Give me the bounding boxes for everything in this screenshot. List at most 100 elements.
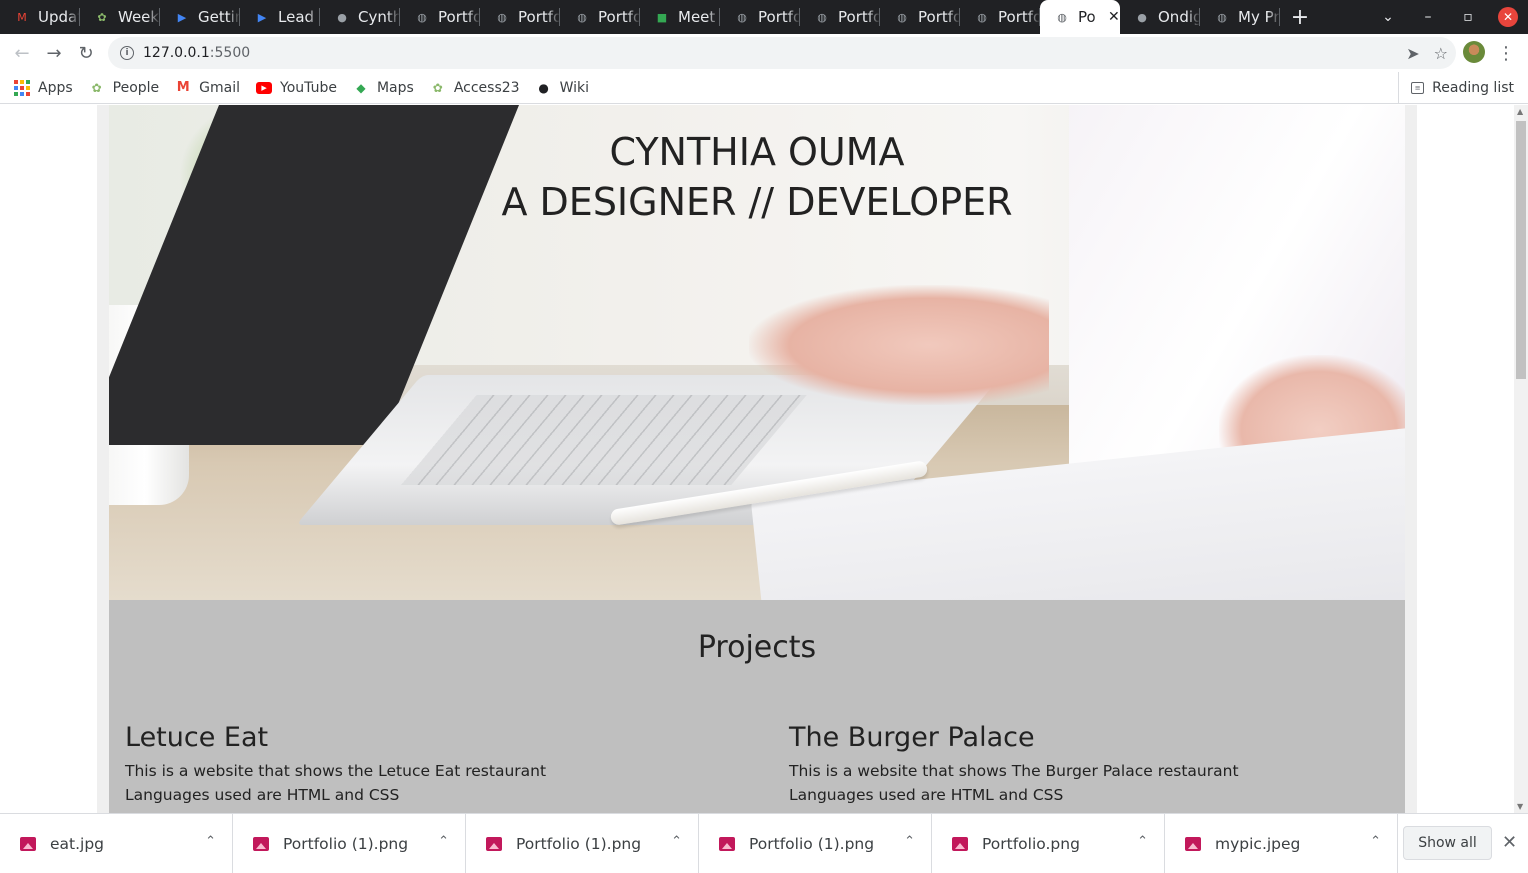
bookmark-label: Wiki — [559, 79, 589, 96]
globe-icon: ◍ — [577, 10, 587, 24]
tab[interactable]: ● Cynth — [320, 0, 400, 34]
tab[interactable]: ▶ Gettin — [160, 0, 240, 34]
tab[interactable]: ● Ondig — [1120, 0, 1200, 34]
tab[interactable]: ◍ Portfo — [560, 0, 640, 34]
bookmark-label: Access23 — [453, 79, 520, 96]
tab-title: Portfo — [518, 8, 560, 26]
bookmark-label: Maps — [376, 79, 414, 96]
scroll-up-arrow-icon[interactable]: ▲ — [1517, 107, 1523, 116]
hero-tagline: A DESIGNER // DEVELOPER — [501, 180, 1013, 224]
tab-title: Portfo — [838, 8, 880, 26]
close-tab-icon[interactable]: ✕ — [1108, 9, 1120, 25]
bookmark-apps[interactable]: Apps — [14, 79, 73, 96]
download-item[interactable]: Portfolio (1).png ⌃ — [699, 813, 932, 873]
tab-title: Cynth — [358, 8, 400, 26]
page-scrollbar[interactable]: ▲ ▼ — [1514, 105, 1528, 813]
tab[interactable]: ◍ My Pr — [1200, 0, 1280, 34]
reading-list-button[interactable]: ≡ Reading list — [1398, 72, 1514, 104]
bookmark-gmail[interactable]: M Gmail — [175, 80, 240, 96]
hand-image — [749, 285, 1049, 405]
chevron-up-icon[interactable]: ⌃ — [1370, 834, 1381, 849]
github-icon: ● — [538, 80, 549, 95]
tab-title: Meet — [678, 8, 716, 26]
browser-menu-button[interactable]: ⋮ — [1497, 39, 1515, 67]
profile-avatar[interactable] — [1463, 41, 1485, 63]
close-window-button[interactable]: ✕ — [1488, 0, 1528, 34]
tab[interactable]: ■ Meet — [640, 0, 720, 34]
tab-title: My Pr — [1238, 8, 1280, 26]
close-icon: ✕ — [1498, 7, 1518, 27]
bookmark-label: YouTube — [280, 79, 337, 96]
tab-search-button[interactable]: ⌄ — [1368, 0, 1408, 34]
download-item[interactable]: Portfolio (1).png ⌃ — [233, 813, 466, 873]
chevron-up-icon[interactable]: ⌃ — [1137, 834, 1148, 849]
download-item[interactable]: Portfolio.png ⌃ — [932, 813, 1165, 873]
info-icon[interactable]: i — [120, 46, 134, 60]
chevron-up-icon[interactable]: ⌃ — [205, 834, 216, 849]
download-list: eat.jpg ⌃ Portfolio (1).png ⌃ Portfolio (1).… — [0, 813, 1398, 873]
tab-active[interactable]: ◍ Po ✕ — [1040, 0, 1120, 34]
tab[interactable]: ◍ Portfo — [480, 0, 560, 34]
download-filename: Portfolio (1).png — [749, 834, 875, 853]
download-item[interactable]: mypic.jpeg ⌃ — [1165, 813, 1398, 873]
tab-title: Gettin — [198, 8, 240, 26]
chevron-up-icon[interactable]: ⌃ — [671, 834, 682, 849]
globe-icon: ◍ — [817, 10, 827, 24]
youtube-icon: ▶ — [256, 80, 273, 96]
download-item[interactable]: eat.jpg ⌃ — [0, 813, 233, 873]
slides-icon: ▶ — [177, 10, 187, 24]
bookmark-access23[interactable]: ✿ Access23 — [430, 80, 520, 96]
tab-title: Updat — [38, 8, 80, 26]
forward-button[interactable]: → — [38, 37, 70, 69]
chevron-up-icon[interactable]: ⌃ — [438, 834, 449, 849]
hero-name: CYNTHIA OUMA — [609, 130, 905, 174]
bookmark-youtube[interactable]: ▶ YouTube — [256, 80, 337, 96]
bookmark-people[interactable]: ✿ People — [89, 80, 160, 96]
show-all-downloads-button[interactable]: Show all — [1403, 826, 1492, 860]
github-icon: ● — [1137, 10, 1147, 24]
back-button[interactable]: ← — [6, 37, 38, 69]
globe-icon: ◍ — [497, 10, 507, 24]
minimize-button[interactable]: – — [1408, 0, 1448, 34]
hero-title: CYNTHIA OUMA A DESIGNER // DEVELOPER — [109, 127, 1405, 227]
gmail-icon: M — [176, 80, 190, 95]
reload-button[interactable]: ↻ — [70, 37, 102, 69]
download-item[interactable]: Portfolio (1).png ⌃ — [466, 813, 699, 873]
bookmark-maps[interactable]: ◆ Maps — [353, 79, 414, 96]
scroll-down-arrow-icon[interactable]: ▼ — [1517, 802, 1523, 811]
people-icon: ✿ — [91, 80, 102, 95]
download-filename: Portfolio (1).png — [283, 834, 409, 853]
image-file-icon — [1185, 836, 1201, 851]
new-tab-button[interactable]: + — [1280, 0, 1320, 34]
image-file-icon — [253, 836, 269, 851]
send-icon[interactable]: ➤ — [1406, 44, 1419, 63]
url-port: :5500 — [209, 45, 251, 61]
globe-icon: ◍ — [1057, 10, 1067, 24]
chevron-up-icon[interactable]: ⌃ — [904, 834, 915, 849]
tab-title: Portfo — [758, 8, 800, 26]
tab[interactable]: ◍ Portfo — [800, 0, 880, 34]
tab[interactable]: ◍ Portfo — [880, 0, 960, 34]
tab-strip: M Updat ✿ Week ▶ Gettin ▶ Lead y ● Cynth ◍ Portfo ◍ P… — [0, 0, 1528, 34]
restore-button[interactable]: ▫ — [1448, 0, 1488, 34]
tab-title: Week — [118, 8, 160, 26]
tab[interactable]: ◍ Portfo — [720, 0, 800, 34]
download-filename: Portfolio (1).png — [516, 834, 642, 853]
project-languages: Languages used are HTML and CSS — [789, 786, 1064, 804]
tab[interactable]: ◍ Portfo — [960, 0, 1040, 34]
bookmark-label: Gmail — [199, 79, 241, 96]
address-bar[interactable]: i 127.0.0.1:5500 ➤ ☆ — [108, 37, 1456, 69]
scroll-thumb[interactable] — [1516, 121, 1526, 379]
project-description: This is a website that shows The Burger … — [789, 762, 1239, 780]
tab-title: Portfo — [438, 8, 480, 26]
people-icon: ✿ — [432, 80, 443, 95]
tab[interactable]: ▶ Lead y — [240, 0, 320, 34]
tab[interactable]: M Updat — [0, 0, 80, 34]
bookmark-star-icon[interactable]: ☆ — [1434, 44, 1448, 63]
image-file-icon — [952, 836, 968, 851]
close-downloads-bar-button[interactable]: ✕ — [1502, 832, 1517, 853]
slides-icon: ▶ — [257, 10, 267, 24]
bookmark-wiki[interactable]: ● Wiki — [536, 80, 589, 96]
tab[interactable]: ✿ Week — [80, 0, 160, 34]
tab[interactable]: ◍ Portfo — [400, 0, 480, 34]
